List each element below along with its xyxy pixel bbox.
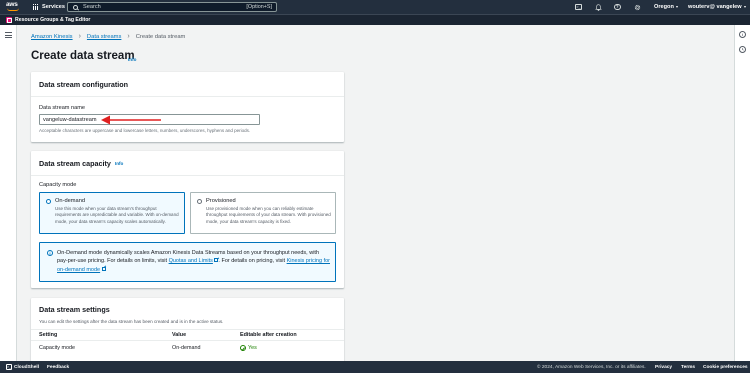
menu-icon[interactable] [5,32,12,38]
annotation-arrow [101,115,161,125]
table-row: Capacity mode On-demand Yes [31,341,344,355]
terms-link[interactable]: Terms [681,365,695,370]
page-title: Create data stream [31,50,135,62]
copyright-text: © 2024, Amazon Web Services, Inc. or its… [537,364,646,370]
feedback-link[interactable]: Feedback [47,365,69,370]
grid-icon [33,4,39,10]
settings-description: You can edit the settings after the data… [39,319,224,324]
stream-name-label: Data stream name [39,105,86,111]
cloudshell-icon[interactable]: >_ [575,4,582,10]
chevron-right-icon: › [127,33,130,40]
resource-groups-icon [6,17,12,23]
services-menu-button[interactable]: Services [33,0,65,14]
aws-smile-icon [7,8,19,11]
quotas-limits-link[interactable]: Quotas and Limits [169,258,213,264]
provisioned-title: Provisioned [206,198,236,204]
resource-groups-link[interactable]: Resource Groups & Tag Editor [15,17,90,23]
provisioned-description: Use provisioned mode when you can reliab… [206,206,331,224]
services-label: Services [42,4,66,10]
radio-provisioned[interactable] [197,199,202,204]
table-header: Setting Value Editable after creation [31,329,344,341]
search-placeholder: Search [83,4,101,10]
row-value: On-demand [172,345,201,351]
capacity-info-link[interactable]: Info [115,161,123,166]
info-panel-icon[interactable]: i [739,31,746,38]
cookie-preferences-link[interactable]: Cookie preferences [703,365,748,370]
breadcrumb: Amazon Kinesis › Data streams › Create d… [31,33,186,40]
page-info-link[interactable]: Info [128,57,136,62]
breadcrumb-data-streams[interactable]: Data streams [87,34,121,40]
settings-title: Data stream settings [39,304,110,314]
region-selector[interactable]: Oregon [654,0,678,14]
top-navigation: aws Services Search [Option+S] >_ ? Oreg… [0,0,750,14]
favorites-bar: Resource Groups & Tag Editor [0,14,750,25]
check-circle-icon [240,345,246,351]
region-label: Oregon [654,4,674,10]
info-icon: i [47,250,53,256]
bell-icon[interactable] [594,3,602,11]
capacity-title: Data stream capacity [39,158,111,168]
on-demand-info-alert: i On-Demand mode dynamically scales Amaz… [39,242,336,282]
cloudshell-icon[interactable]: >_ [6,364,12,370]
right-rail: i [734,25,750,361]
search-icon [73,4,78,10]
capacity-panel: Data stream capacity Info Capacity mode … [31,151,344,288]
row-editable: Yes [240,345,257,351]
settings-panel: Data stream settings You can edit the se… [31,298,344,368]
help-icon[interactable]: ? [614,3,621,10]
on-demand-option[interactable]: On-demand Use this mode when your data s… [39,192,185,234]
alert-text: On-Demand mode dynamically scales Amazon… [57,249,331,274]
editable-yes: Yes [248,345,257,351]
on-demand-title: On-demand [55,198,86,204]
breadcrumb-amazon-kinesis[interactable]: Amazon Kinesis [31,34,73,40]
search-input[interactable]: Search [Option+S] [67,2,277,12]
aws-logo[interactable]: aws [6,1,20,12]
column-value: Value [172,332,187,338]
left-rail [0,25,17,361]
gear-icon[interactable] [633,3,641,11]
alert-text-part2: . For details on pricing, visit [218,258,287,265]
configuration-header: Data stream configuration [31,72,344,97]
footer: >_ CloudShell Feedback © 2024, Amazon We… [0,361,750,373]
row-setting: Capacity mode [39,345,75,351]
settings-header: Data stream settings [31,298,344,315]
external-link-icon [214,258,219,263]
external-link-icon [101,266,106,271]
radio-on-demand[interactable] [46,199,51,204]
cloudshell-link[interactable]: CloudShell [14,365,39,370]
settings-table: Setting Value Editable after creation Ca… [31,329,344,355]
column-editable: Editable after creation [240,332,297,338]
account-menu[interactable]: wouterv@ vangelew [688,0,746,14]
privacy-link[interactable]: Privacy [655,365,672,370]
capacity-header: Data stream capacity Info [31,151,344,176]
chevron-down-icon [743,6,746,8]
on-demand-description: Use this mode when your data stream's th… [55,206,179,224]
breadcrumb-current: Create data stream [135,34,186,40]
column-setting: Setting [39,332,58,338]
account-label: wouterv@ vangelew [688,4,742,10]
capacity-mode-label: Capacity mode [39,182,77,188]
history-icon[interactable] [739,46,746,53]
configuration-panel: Data stream configuration Data stream na… [31,72,344,142]
chevron-right-icon: › [78,33,81,40]
configuration-title: Data stream configuration [39,79,129,89]
provisioned-option[interactable]: Provisioned Use provisioned mode when yo… [190,192,336,234]
chevron-down-icon [675,6,678,8]
stream-name-constraint: Acceptable characters are uppercase and … [39,128,251,133]
search-shortcut: [Option+S] [246,4,272,10]
